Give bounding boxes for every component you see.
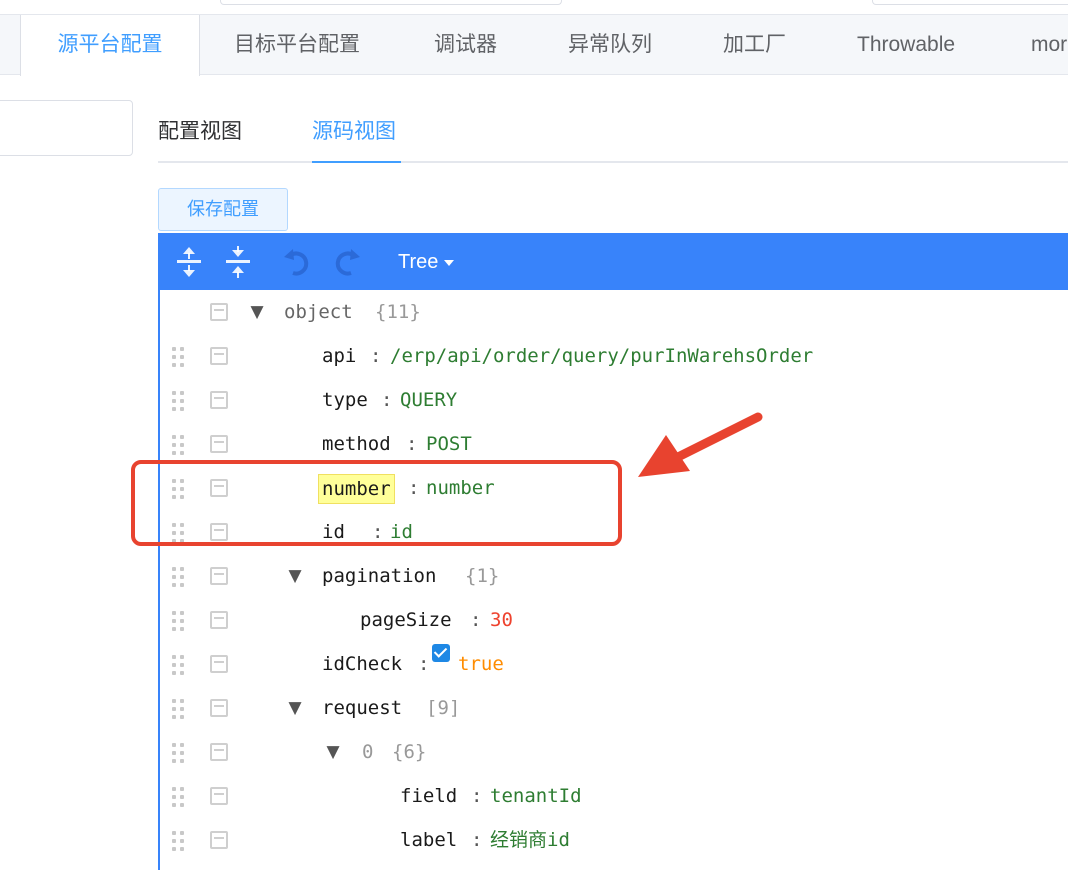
tree-key[interactable]: request <box>322 694 402 722</box>
tree-count: {11} <box>375 301 421 323</box>
tree-value[interactable]: 30 <box>490 606 513 634</box>
tree-value[interactable]: /erp/api/order/query/purInWarehsOrder <box>390 342 813 370</box>
context-menu-icon[interactable] <box>210 655 228 673</box>
drag-handle-icon[interactable] <box>172 347 188 367</box>
tab-more[interactable]: mor <box>1031 15 1067 75</box>
colon-separator: : <box>471 785 483 807</box>
tree-row: idCheck : true <box>160 642 1068 686</box>
save-config-button[interactable]: 保存配置 <box>158 188 288 231</box>
tree-row: field : tenantId <box>160 774 1068 818</box>
colon-separator: : <box>471 829 483 851</box>
tab-debugger[interactable]: 调试器 <box>434 15 497 75</box>
main-tab-bar: 源平台配置 目标平台配置 调试器 异常队列 加工厂 Throwable mor <box>0 14 1068 76</box>
colon-separator: : <box>470 609 482 631</box>
active-tab-indicator <box>312 161 401 163</box>
drag-handle-icon[interactable] <box>172 743 188 763</box>
undo-icon[interactable] <box>280 245 314 279</box>
drag-handle-icon[interactable] <box>172 787 188 807</box>
tree-row: ▼ 0 {6} <box>160 730 1068 774</box>
json-editor: Tree ▼ object {11} api : /erp/api/order/… <box>158 233 1068 870</box>
redo-icon[interactable] <box>330 245 364 279</box>
context-menu-icon[interactable] <box>210 699 228 717</box>
tree-key[interactable]: type <box>322 386 368 414</box>
context-menu-icon[interactable] <box>210 611 228 629</box>
tree-key[interactable]: pagination <box>322 562 436 590</box>
collapse-triangle-icon[interactable]: ▼ <box>286 698 304 718</box>
drag-handle-icon[interactable] <box>172 699 188 719</box>
tree-row: type : QUERY <box>160 378 1068 422</box>
drag-handle-icon[interactable] <box>172 831 188 851</box>
drag-handle-icon[interactable] <box>172 567 188 587</box>
tree-value[interactable]: true <box>458 650 504 678</box>
tree-value[interactable]: 经销商id <box>490 826 570 854</box>
tree-row: pageSize : 30 <box>160 598 1068 642</box>
mode-selector[interactable]: Tree <box>398 247 455 277</box>
tab-throwable[interactable]: Throwable <box>857 15 955 75</box>
tree-value[interactable]: tenantId <box>490 782 582 810</box>
tab-source-view[interactable]: 源码视图 <box>312 106 396 161</box>
drag-handle-icon[interactable] <box>172 655 188 675</box>
collapse-all-icon[interactable] <box>221 245 255 279</box>
drag-handle-icon[interactable] <box>172 611 188 631</box>
context-menu-icon[interactable] <box>210 831 228 849</box>
tab-target-platform-config[interactable]: 目标平台配置 <box>234 15 360 75</box>
tree-row: ▼ request [9] <box>160 686 1068 730</box>
context-menu-icon[interactable] <box>210 391 228 409</box>
collapse-triangle-icon[interactable]: ▼ <box>248 302 266 322</box>
top-input-secondary[interactable] <box>872 0 1068 5</box>
boolean-checkbox[interactable] <box>432 644 450 662</box>
context-menu-icon[interactable] <box>210 787 228 805</box>
tree-key[interactable]: pageSize <box>360 606 452 634</box>
view-tabs: 配置视图 源码视图 <box>158 106 1068 163</box>
tree-row: ▼ object {11} <box>160 290 1068 334</box>
drag-handle-icon[interactable] <box>172 435 188 455</box>
expand-all-icon[interactable] <box>172 245 206 279</box>
tree-key[interactable]: idCheck <box>322 650 402 678</box>
tree-key[interactable]: field <box>400 782 457 810</box>
colon-separator: : <box>418 653 430 675</box>
colon-separator: : <box>370 345 382 367</box>
collapse-triangle-icon[interactable]: ▼ <box>286 566 304 586</box>
mode-label: Tree <box>398 251 439 273</box>
collapse-triangle-icon[interactable]: ▼ <box>324 742 342 762</box>
tree-count: {1} <box>465 565 500 587</box>
editor-menu-bar: Tree <box>160 233 1068 290</box>
tree-count: [9] <box>426 697 461 719</box>
tab-source-platform-config[interactable]: 源平台配置 <box>20 15 200 76</box>
annotation-highlight-box <box>131 460 622 546</box>
context-menu-icon[interactable] <box>210 743 228 761</box>
tree-value[interactable]: QUERY <box>400 386 457 414</box>
top-filter-strip <box>0 0 1068 14</box>
context-menu-icon[interactable] <box>210 347 228 365</box>
left-search-input[interactable] <box>0 100 133 156</box>
caret-down-icon <box>444 259 455 266</box>
page: 源平台配置 目标平台配置 调试器 异常队列 加工厂 Throwable mor … <box>0 0 1068 870</box>
drag-handle-icon[interactable] <box>172 391 188 411</box>
context-menu-icon[interactable] <box>210 303 228 321</box>
tree-index: 0 <box>362 741 374 763</box>
top-input[interactable] <box>220 0 562 5</box>
annotation-arrow-icon <box>638 412 763 477</box>
tree-value[interactable]: POST <box>426 430 472 458</box>
tab-config-view[interactable]: 配置视图 <box>158 106 242 161</box>
tree-key[interactable]: api <box>322 342 356 370</box>
tree-key[interactable]: object <box>284 298 353 326</box>
tree-row: api : /erp/api/order/query/purInWarehsOr… <box>160 334 1068 378</box>
tree-key[interactable]: label <box>400 826 457 854</box>
colon-separator: : <box>381 389 393 411</box>
context-menu-icon[interactable] <box>210 567 228 585</box>
tab-exception-queue[interactable]: 异常队列 <box>568 15 652 75</box>
tab-factory[interactable]: 加工厂 <box>723 15 786 75</box>
context-menu-icon[interactable] <box>210 435 228 453</box>
tree-row: label : 经销商id <box>160 818 1068 862</box>
tree-row: ▼ pagination {1} <box>160 554 1068 598</box>
tree-key[interactable]: method <box>322 430 391 458</box>
colon-separator: : <box>406 433 418 455</box>
tree-count: {6} <box>392 741 427 763</box>
